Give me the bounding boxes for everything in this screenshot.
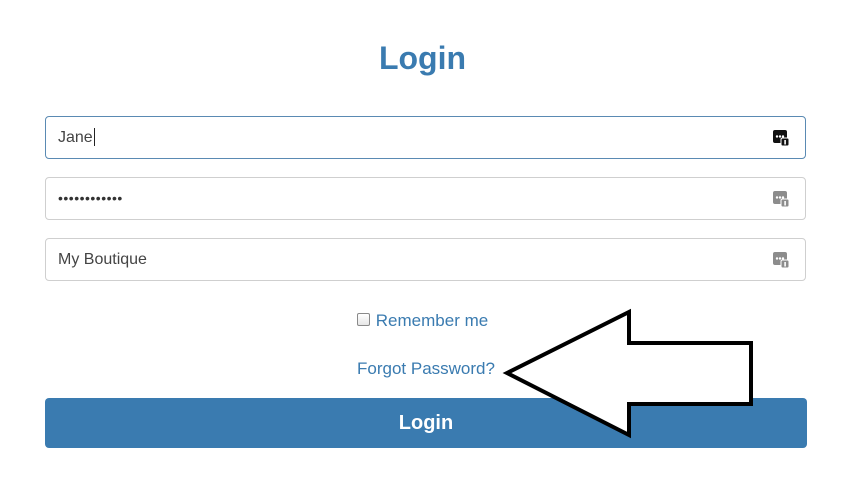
- page-title: Login: [378, 40, 467, 76]
- password-manager-key-icon[interactable]: [773, 251, 790, 269]
- username-field[interactable]: Jane: [45, 116, 806, 159]
- login-page: Login Jane •••••••••••• My Boutique Reme…: [0, 0, 845, 486]
- password-value: ••••••••••••: [58, 190, 123, 206]
- forgot-password-link[interactable]: Forgot Password?: [357, 358, 495, 380]
- login-button[interactable]: Login: [45, 398, 807, 448]
- store-name-value: My Boutique: [58, 251, 147, 268]
- remember-me-label[interactable]: Remember me: [376, 311, 488, 330]
- username-value: Jane: [58, 127, 95, 146]
- text-caret: [93, 127, 95, 146]
- store-name-field[interactable]: My Boutique: [45, 238, 806, 281]
- password-manager-key-icon[interactable]: [773, 190, 790, 208]
- remember-me-row: Remember me: [0, 310, 845, 332]
- password-manager-key-icon[interactable]: [773, 129, 790, 147]
- remember-me-checkbox[interactable]: [356, 313, 370, 327]
- password-field[interactable]: ••••••••••••: [45, 177, 806, 220]
